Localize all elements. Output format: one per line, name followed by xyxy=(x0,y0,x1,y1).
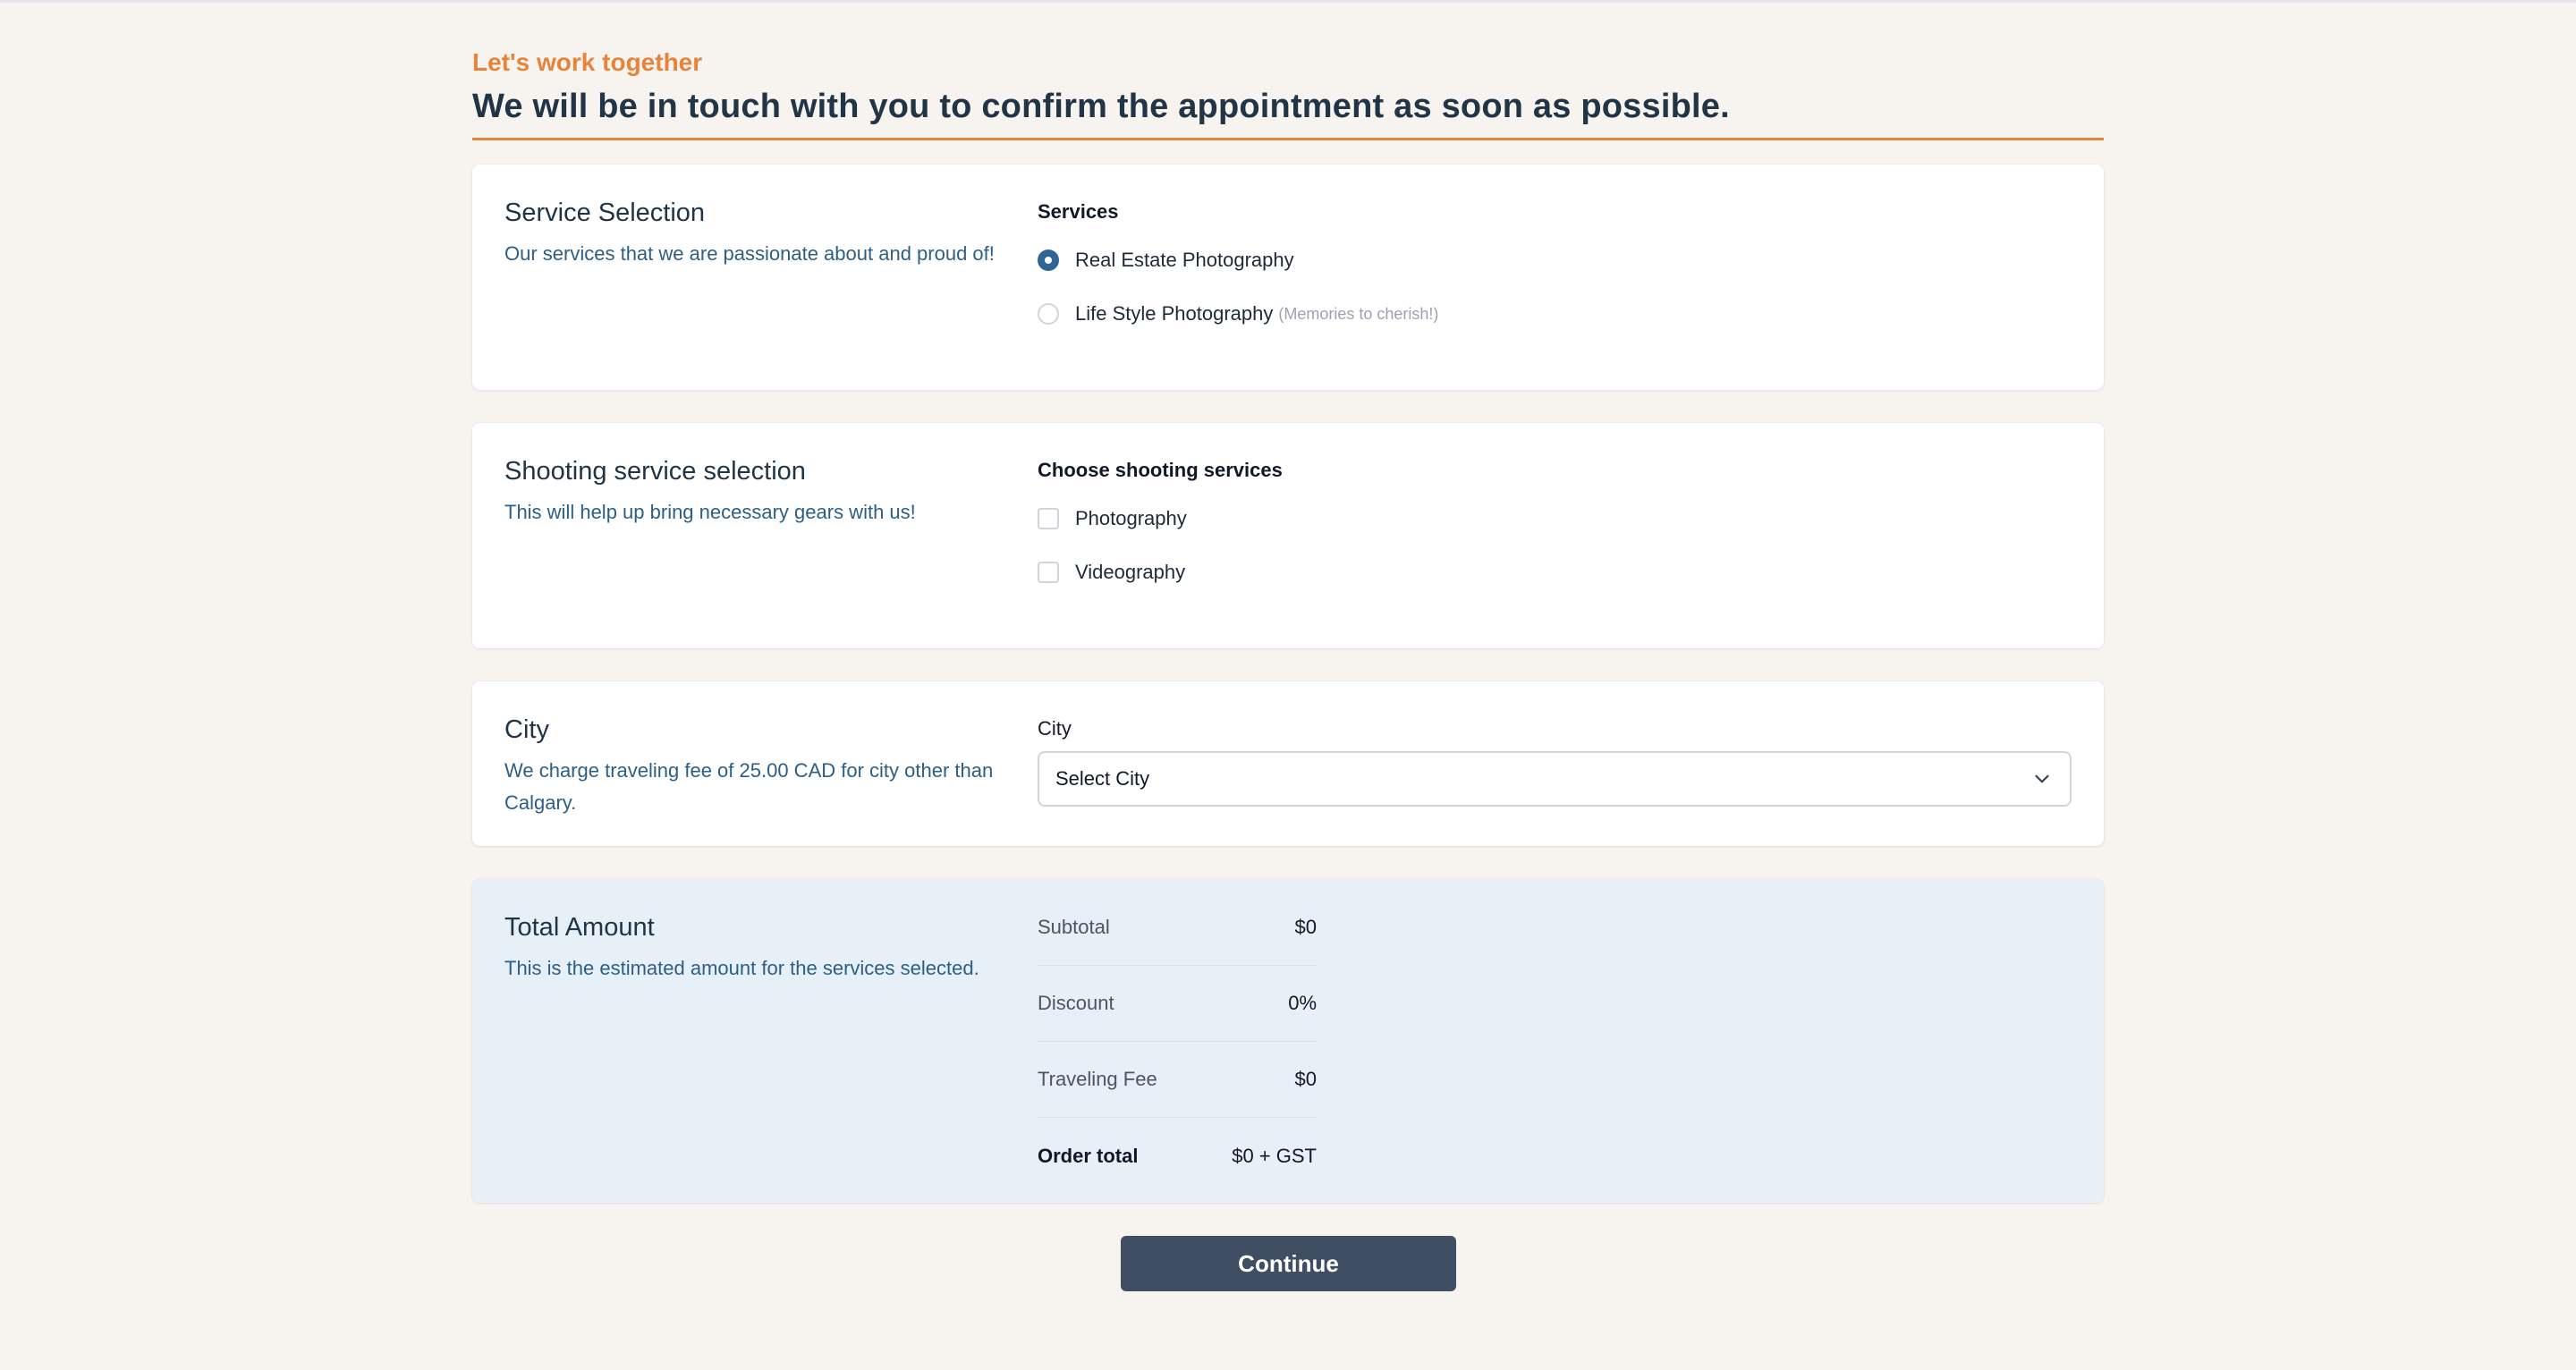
summary-value: $0 + GST xyxy=(1232,1144,1317,1167)
radio-selected-icon[interactable] xyxy=(1038,249,1059,271)
shooting-service-title: Shooting service selection xyxy=(504,457,806,486)
service-option-lifestyle[interactable]: Life Style Photography (Memories to cher… xyxy=(1038,302,1438,326)
total-amount-description: This is the estimated amount for the ser… xyxy=(504,957,979,979)
summary-label: Discount xyxy=(1038,992,1114,1014)
top-border xyxy=(0,0,2576,3)
chevron-down-icon xyxy=(2035,774,2049,783)
header-divider xyxy=(472,138,2104,140)
service-selection-description: Our services that we are passionate abou… xyxy=(504,242,995,265)
continue-button[interactable]: Continue xyxy=(1121,1236,1456,1291)
service-option-label: Life Style Photography xyxy=(1075,302,1274,325)
summary-row-subtotal: Subtotal $0 xyxy=(1038,890,1317,966)
checkbox-icon[interactable] xyxy=(1038,562,1059,583)
summary-label: Traveling Fee xyxy=(1038,1068,1157,1090)
service-selection-title: Service Selection xyxy=(504,199,706,227)
city-label: City xyxy=(1038,717,1072,740)
service-option-real-estate[interactable]: Real Estate Photography xyxy=(1038,249,1294,272)
shooting-option-label: Photography xyxy=(1075,507,1187,529)
eyebrow-text: Let's work together xyxy=(472,48,703,76)
checkbox-icon[interactable] xyxy=(1038,508,1059,529)
shooting-services-label: Choose shooting services xyxy=(1038,459,1283,481)
service-option-label: Real Estate Photography xyxy=(1075,249,1294,271)
service-option-note: (Memories to cherish!) xyxy=(1278,304,1439,323)
summary-row-discount: Discount 0% xyxy=(1038,966,1317,1042)
summary-label: Subtotal xyxy=(1038,916,1110,938)
total-amount-card: Total Amount This is the estimated amoun… xyxy=(472,879,2104,1203)
city-select-value: Select City xyxy=(1055,767,1150,790)
shooting-service-card: Shooting service selection This will hel… xyxy=(472,423,2104,648)
shooting-option-videography[interactable]: Videography xyxy=(1038,561,1185,584)
city-card: City We charge traveling fee of 25.00 CA… xyxy=(472,681,2104,846)
page-title: We will be in touch with you to confirm … xyxy=(472,88,1730,125)
summary-value: $0 xyxy=(1294,916,1317,938)
summary-row-traveling-fee: Traveling Fee $0 xyxy=(1038,1042,1317,1118)
summary-label: Order total xyxy=(1038,1144,1139,1167)
service-selection-card: Service Selection Our services that we a… xyxy=(472,165,2104,390)
total-amount-title: Total Amount xyxy=(504,913,655,942)
summary-value: 0% xyxy=(1288,992,1317,1014)
summary-row-order-total: Order total $0 + GST xyxy=(1038,1118,1317,1194)
shooting-option-photography[interactable]: Photography xyxy=(1038,507,1187,530)
services-label: Services xyxy=(1038,200,1119,223)
city-description: We charge traveling fee of 25.00 CAD for… xyxy=(504,759,994,814)
summary-value: $0 xyxy=(1294,1068,1317,1090)
city-select[interactable]: Select City xyxy=(1038,751,2072,807)
city-title: City xyxy=(504,715,549,744)
shooting-option-label: Videography xyxy=(1075,561,1186,583)
shooting-service-description: This will help up bring necessary gears … xyxy=(504,501,916,523)
radio-unselected-icon[interactable] xyxy=(1038,303,1059,325)
